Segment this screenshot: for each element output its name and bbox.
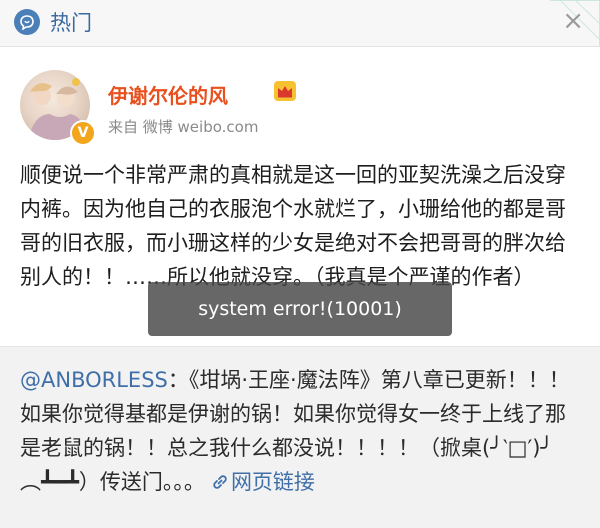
top-bar: 热门 × [0,0,600,47]
web-link-label: 网页链接 [230,470,315,494]
close-icon[interactable]: × [562,8,584,34]
post-username[interactable]: 伊谢尔伦的风 [108,80,228,109]
repost-body: @ANBORLESS：《坩埚·王座·魔法阵》第八章已更新！！！如果你觉得基都是伊… [20,363,586,499]
hot-chat-icon [14,9,40,35]
page-title: 热门 [50,11,92,35]
post-source: 来自 微博 weibo.com [108,118,259,136]
web-link[interactable]: 网页链接 [205,470,315,494]
corner-decoration-icon [550,0,600,46]
post-body: 顺便说一个非常严肃的真相就是这一回的亚契洗澡之后没穿内裤。因为他自己的衣服泡个水… [20,163,566,289]
repost-block[interactable]: @ANBORLESS：《坩埚·王座·魔法阵》第八章已更新！！！如果你觉得基都是伊… [0,346,600,528]
verified-badge-icon: V [70,120,96,146]
post-header: V 伊谢尔伦的风 来自 微博 weibo.com [20,70,580,150]
link-icon [213,475,227,489]
error-toast: system error!(10001) [148,282,452,336]
title-group: 热门 [14,7,92,37]
repost-mention-link[interactable]: @ANBORLESS [20,368,168,392]
crown-icon [274,81,296,101]
